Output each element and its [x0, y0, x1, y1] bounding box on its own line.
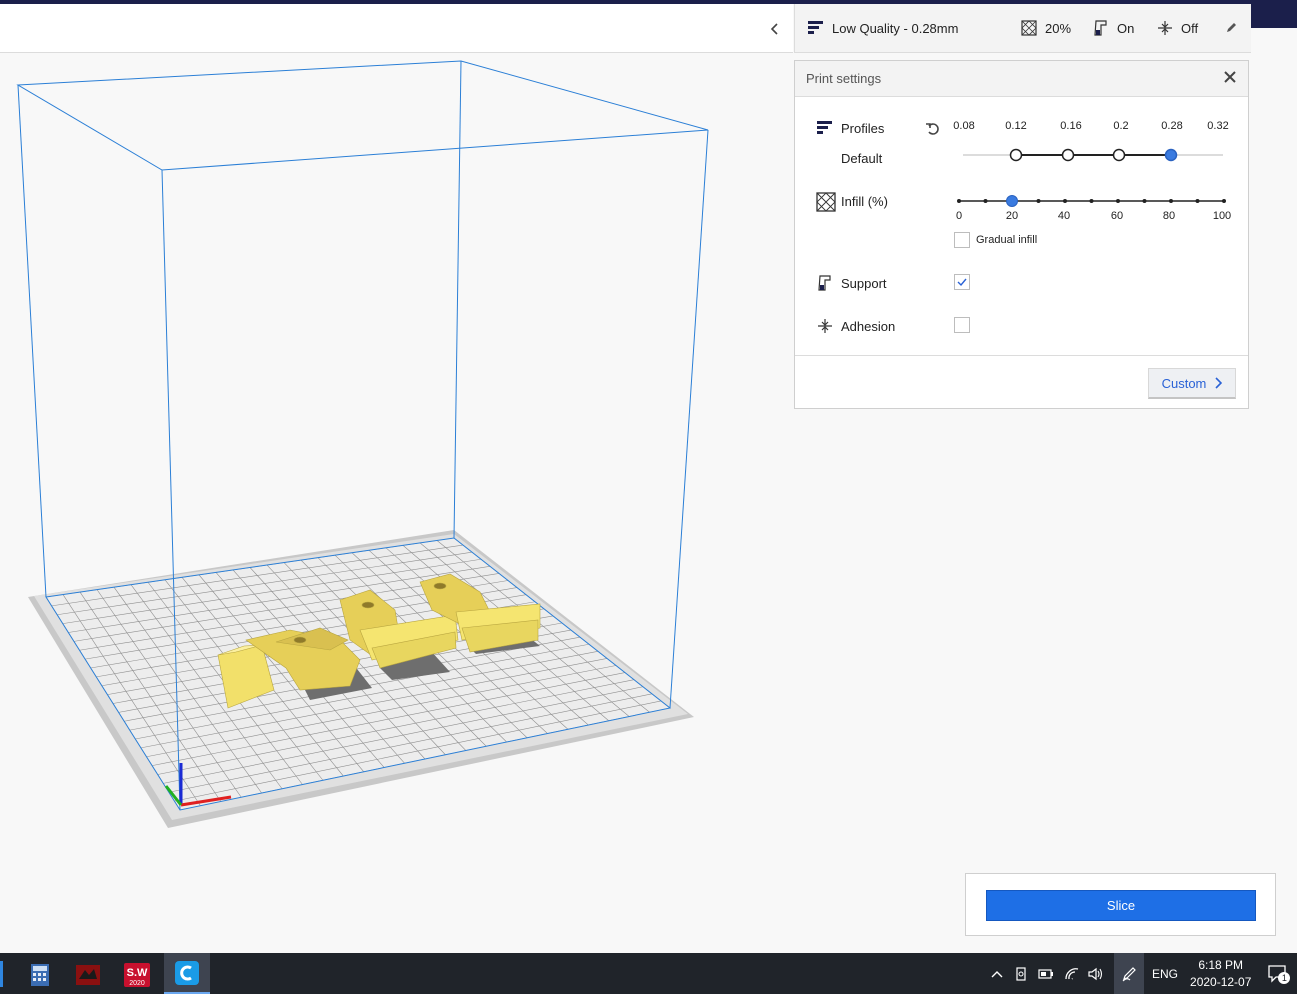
profile-icon	[808, 21, 823, 34]
infill-label: Infill (%)	[841, 194, 888, 209]
cura-app-active[interactable]	[164, 953, 210, 994]
panel-divider	[795, 355, 1248, 356]
print-settings-panel: Print settings Profiles Default 0.08 0.1…	[794, 60, 1249, 409]
dragon-app-icon	[76, 965, 100, 985]
support-checkbox[interactable]	[954, 274, 970, 290]
wifi-icon[interactable]	[1064, 967, 1080, 981]
taskbar: S.W 2020 ENG 6:18 PM 2020-12-07 1	[0, 953, 1297, 994]
layer-height-label: 0.28	[1161, 120, 1183, 132]
infill-summary[interactable]: 20%	[1021, 4, 1071, 52]
action-center-button[interactable]: 1	[1267, 963, 1291, 985]
infill-tick	[983, 199, 988, 203]
checkmark-icon	[957, 278, 967, 287]
support-summary[interactable]: On	[1093, 4, 1134, 52]
cura-icon	[175, 960, 199, 985]
solidworks-icon: S.W 2020	[124, 963, 150, 987]
clock[interactable]: 6:18 PM 2020-12-07	[1190, 957, 1251, 991]
infill-tick-label: 100	[1212, 210, 1232, 222]
profiles-icon	[817, 121, 832, 134]
clock-time: 6:18 PM	[1198, 957, 1244, 972]
svg-text:S.W: S.W	[127, 967, 148, 979]
print-settings-title: Print settings	[806, 71, 882, 86]
infill-tick	[1063, 199, 1067, 203]
pen-workspace-button[interactable]	[1114, 953, 1144, 994]
gradual-infill-checkbox[interactable]	[954, 232, 970, 248]
solidworks-app[interactable]: S.W 2020	[116, 957, 158, 993]
infill-summary-value: 20%	[1045, 20, 1072, 36]
reset-icon[interactable]	[925, 121, 941, 137]
custom-button-label: Custom	[1161, 375, 1207, 391]
calculator-app[interactable]	[19, 957, 61, 993]
support-icon	[818, 275, 831, 291]
print-settings-header: Print settings	[795, 61, 1248, 97]
edit-settings-button[interactable]	[1225, 4, 1245, 52]
print-settings-summary[interactable]: Low Quality - 0.28mm 20% On Off	[794, 4, 1251, 53]
infill-tick-label: 60	[1110, 210, 1124, 222]
infill-tick-label: 0	[955, 210, 963, 222]
slice-button[interactable]: Slice	[986, 890, 1256, 921]
stage-header	[0, 4, 793, 53]
solidworks-version-badge: 2020	[129, 980, 145, 987]
infill-tick	[1116, 199, 1120, 203]
support-summary-value: On	[1117, 20, 1135, 36]
volume-icon[interactable]	[1088, 967, 1104, 981]
adhesion-summary-value: Off	[1181, 20, 1199, 36]
adhesion-icon	[818, 319, 832, 333]
pen-icon	[1122, 966, 1136, 981]
infill-slider-handle[interactable]	[1006, 195, 1018, 207]
layer-height-label: 0.16	[1060, 120, 1082, 132]
chevron-up-icon[interactable]	[990, 969, 1004, 979]
infill-tick	[1089, 199, 1094, 203]
adhesion-summary[interactable]: Off	[1157, 4, 1198, 52]
calculator-icon	[31, 964, 49, 986]
adhesion-label: Adhesion	[841, 319, 896, 334]
collapse-panel-button[interactable]	[762, 16, 788, 42]
chevron-right-icon	[1215, 377, 1223, 389]
infill-tick-label: 20	[1005, 210, 1019, 222]
infill-icon	[1021, 20, 1037, 36]
taskbar-edge-indicator	[0, 961, 3, 987]
pencil-icon	[1227, 23, 1236, 32]
infill-icon	[816, 192, 836, 212]
infill-tick	[1169, 199, 1173, 203]
custom-button[interactable]: Custom	[1148, 368, 1236, 399]
profile-summary[interactable]: Low Quality - 0.28mm	[808, 4, 958, 52]
infill-tick	[1195, 199, 1200, 203]
infill-tick	[957, 199, 961, 203]
support-label: Support	[841, 276, 887, 291]
adhesion-icon	[1158, 21, 1172, 35]
adhesion-checkbox[interactable]	[954, 317, 970, 333]
close-icon[interactable]	[1222, 69, 1238, 85]
layer-height-label: 0.08	[953, 120, 975, 132]
profile-summary-label: Low Quality - 0.28mm	[832, 20, 959, 36]
infill-tick	[1222, 199, 1226, 203]
app-red-dragon[interactable]	[67, 957, 109, 993]
slice-panel: Slice	[965, 873, 1276, 936]
infill-tick	[1142, 199, 1147, 203]
profile-name: Default	[841, 151, 883, 166]
clock-date: 2020-12-07	[1190, 974, 1252, 989]
battery-icon[interactable]	[1038, 968, 1054, 980]
notification-count: 1	[1278, 971, 1291, 984]
layer-height-label: 0.12	[1005, 120, 1027, 132]
support-icon	[1094, 20, 1107, 36]
profiles-label: Profiles	[841, 121, 885, 136]
layer-height-label: 0.32	[1207, 120, 1229, 132]
infill-tick-label: 80	[1162, 210, 1176, 222]
layer-height-slider[interactable]	[955, 145, 1235, 165]
gradual-infill-label: Gradual infill	[976, 234, 1038, 246]
language-indicator[interactable]: ENG	[1152, 967, 1178, 981]
infill-slider[interactable]	[953, 191, 1233, 211]
system-tray: ENG 6:18 PM 2020-12-07 1	[990, 953, 1291, 994]
chevron-left-icon	[770, 23, 778, 35]
window-corner-accent	[1250, 4, 1297, 28]
infill-tick	[1036, 199, 1041, 203]
layer-height-label: 0.2	[1113, 120, 1129, 132]
usb-device-icon[interactable]	[1014, 966, 1028, 982]
infill-tick-label: 40	[1057, 210, 1071, 222]
